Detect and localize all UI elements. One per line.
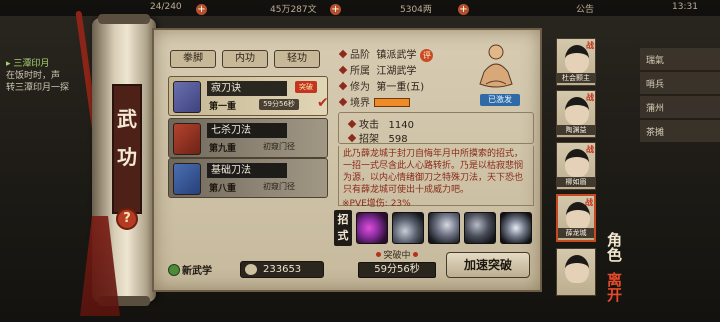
- scroll-cap-top: [98, 14, 150, 24]
- skill-rank: 第一重: [209, 102, 237, 112]
- character-portrait-selected[interactable]: 战 薛龙城: [556, 194, 596, 242]
- realm-row: 境界: [338, 94, 410, 109]
- pve-bonus: ※PVE增伤: 23%: [342, 199, 411, 209]
- accelerate-button[interactable]: 加速突破: [446, 252, 530, 278]
- battle-icon: 战: [585, 198, 593, 207]
- skill-book-icon: [173, 123, 201, 155]
- exit-button[interactable]: 离开: [604, 272, 625, 302]
- skill-book-icon: [173, 81, 201, 113]
- move-icon[interactable]: [356, 212, 388, 244]
- battle-icon: 战: [586, 41, 594, 50]
- help-button[interactable]: ?: [116, 208, 138, 230]
- battle-icon: 战: [586, 93, 594, 102]
- character-portrait[interactable]: 战 柳如眉: [556, 142, 596, 190]
- skill-rank: 第九重: [209, 144, 237, 154]
- grade-badge: 评: [420, 49, 434, 62]
- skill-name: 寂刀诀: [207, 81, 287, 96]
- skill-card[interactable]: 寂刀诀 突破 第一重 59分56秒 ✔: [168, 76, 329, 116]
- skill-timer: 59分56秒: [259, 99, 299, 110]
- skill-status: 初窥门径: [263, 182, 295, 191]
- stats-box: 攻击 1140 招架 598: [338, 112, 534, 145]
- role-button[interactable]: 角色: [604, 232, 625, 262]
- learned-badge: 已激发: [480, 94, 520, 106]
- battle-icon: 战: [586, 145, 594, 154]
- moves-label: 招式: [334, 210, 352, 246]
- character-face-icon: [565, 255, 589, 283]
- skill-status: 初窥门径: [263, 142, 295, 151]
- notice-button[interactable]: 公告: [576, 2, 594, 15]
- background-location-list: 瑞氣 哨兵 蒲州 茶摊: [640, 20, 720, 320]
- character-portrait[interactable]: [556, 248, 596, 296]
- skill-points: 233653: [240, 261, 324, 278]
- quest-tracker[interactable]: ▸ 三潭印月 在饭时时，声 转三潭印月一探: [0, 58, 95, 108]
- stamina-counter: 24/240: [150, 2, 182, 12]
- grade-row: 品阶 镇派武学评: [338, 46, 434, 62]
- location-item: 哨兵: [640, 72, 720, 94]
- skill-rank: 第八重: [209, 184, 237, 194]
- new-skill-icon: [168, 264, 180, 276]
- move-icon[interactable]: [464, 212, 496, 244]
- school-row: 所属 江湖武学: [338, 62, 416, 77]
- breakthrough-badge: 突破: [295, 81, 317, 93]
- location-item: 瑞氣: [640, 48, 720, 70]
- new-skill-button[interactable]: 新武学: [168, 262, 230, 278]
- skill-card[interactable]: 基础刀法 第八重 初窥门径: [168, 158, 328, 198]
- clock: 13:31: [672, 2, 698, 12]
- move-icon[interactable]: [428, 212, 460, 244]
- tab-light[interactable]: 轻功: [274, 50, 320, 68]
- move-icon[interactable]: [500, 212, 532, 244]
- silver-counter: 5304两: [400, 5, 432, 15]
- breaking-status: 突破中: [356, 248, 438, 261]
- points-icon: [245, 264, 257, 275]
- character-portrait[interactable]: 战 杜会颢主: [556, 38, 596, 86]
- tab-fist[interactable]: 拳脚: [170, 50, 216, 68]
- parry-stat: 招架 598: [347, 130, 408, 145]
- coin-counter: 45万287文: [270, 5, 317, 15]
- panel-title: 武 功: [112, 84, 142, 214]
- skill-name: 七杀刀法: [207, 123, 287, 138]
- realm-bar: [374, 98, 410, 107]
- meditating-figure-icon: [479, 44, 513, 88]
- skill-name: 基础刀法: [207, 163, 287, 178]
- attack-stat: 攻击 1140: [347, 116, 414, 131]
- cultivation-row: 修为 第一重(五): [338, 78, 424, 93]
- move-icon[interactable]: [392, 212, 424, 244]
- breaking-timer: 59分56秒: [358, 262, 436, 278]
- location-item: 茶摊: [640, 120, 720, 142]
- quest-line: 转三潭印月一探: [6, 83, 70, 93]
- character-portrait[interactable]: 战 陶渊益: [556, 90, 596, 138]
- tab-inner[interactable]: 内功: [222, 50, 268, 68]
- check-icon: ✔: [317, 95, 329, 111]
- game-screen: 24/240 + 45万287文 + 5304两 + 公告 13:31 ▸ 三潭…: [0, 0, 720, 322]
- skill-book-icon: [173, 163, 201, 195]
- location-item: 蒲州: [640, 96, 720, 118]
- skill-card[interactable]: 七杀刀法 第九重 初窥门径: [168, 118, 328, 158]
- quest-line: 在饭时时，声: [6, 71, 61, 81]
